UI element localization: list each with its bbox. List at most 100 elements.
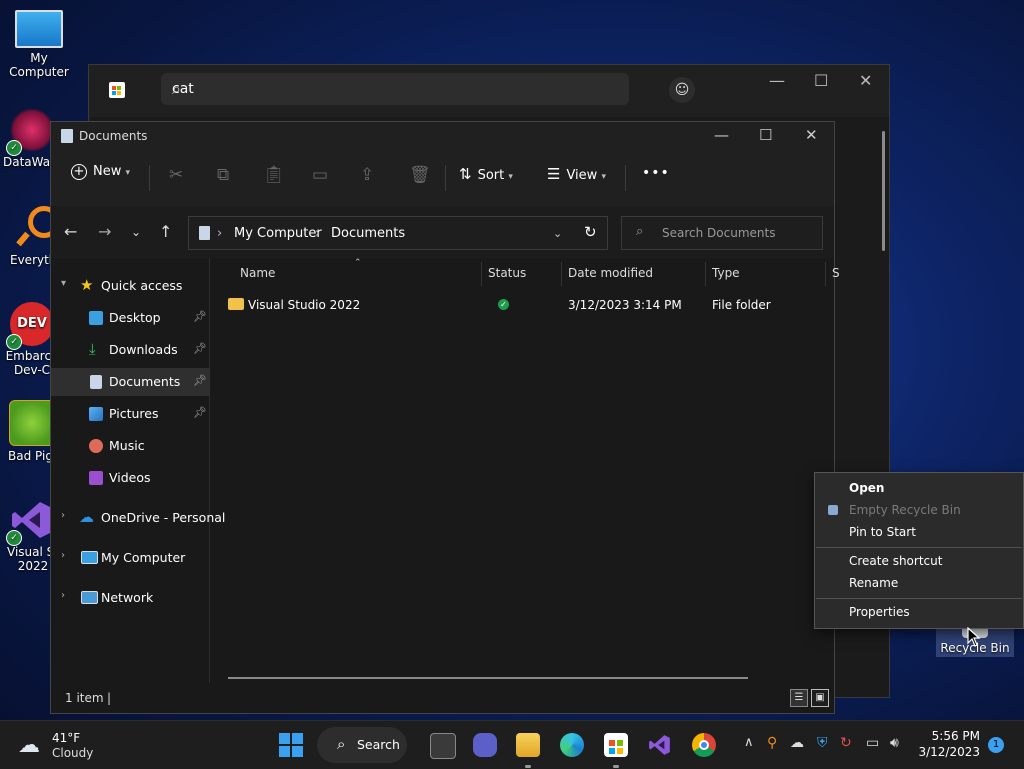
chevron-right-icon[interactable]: ›: [61, 590, 65, 601]
volume-icon[interactable]: 🔊︎: [890, 735, 899, 751]
start-button[interactable]: [279, 733, 303, 757]
breadcrumb-my-computer[interactable]: My Computer: [234, 226, 322, 241]
column-header-date-modified[interactable]: Date modified: [568, 266, 653, 280]
details-view-icon[interactable]: ☰: [790, 689, 808, 707]
pin-icon[interactable]: 📌︎: [193, 406, 207, 419]
column-divider[interactable]: [825, 262, 826, 286]
minimize-icon[interactable]: —: [769, 71, 785, 90]
magnifier-icon: [10, 206, 60, 250]
desktop-icon-my-computer[interactable]: My Computer: [1, 10, 77, 79]
sidebar-item-network[interactable]: › Network: [51, 584, 209, 612]
sync-tray-icon[interactable]: ↻: [840, 735, 852, 751]
cut-icon[interactable]: ✂: [169, 165, 183, 185]
breadcrumb-documents[interactable]: Documents: [331, 226, 405, 241]
cloud-icon: ☁: [79, 508, 94, 526]
column-header-type[interactable]: Type: [712, 266, 740, 280]
sidebar-item-label: OneDrive - Personal: [101, 510, 226, 525]
notification-badge[interactable]: 1: [988, 737, 1004, 753]
sidebar-item-quick-access[interactable]: ▾ ★ Quick access: [51, 272, 209, 300]
visual-studio-icon[interactable]: [648, 733, 672, 757]
context-menu-pin-to-start[interactable]: Pin to Start: [849, 525, 916, 539]
onedrive-tray-icon[interactable]: ☁: [790, 735, 804, 751]
visual-studio-icon: ✓: [6, 498, 54, 546]
sidebar-item-videos[interactable]: Videos: [51, 464, 209, 492]
menu-divider: [816, 547, 1022, 548]
store-scrollbar[interactable]: [882, 131, 885, 251]
everything-tray-icon[interactable]: ⚲: [767, 735, 777, 751]
taskbar-search-button[interactable]: ⌕ Search: [317, 727, 407, 763]
chat-icon[interactable]: [473, 733, 497, 757]
title-bar[interactable]: Documents — ☐ ✕: [51, 122, 834, 150]
task-view-icon[interactable]: [430, 733, 456, 759]
refresh-icon[interactable]: ↻: [584, 223, 597, 241]
recent-chevron-icon[interactable]: ⌄: [131, 225, 141, 239]
sidebar-item-onedrive[interactable]: › ☁ OneDrive - Personal: [51, 504, 225, 532]
share-icon[interactable]: ⇪: [360, 165, 374, 185]
context-menu-rename[interactable]: Rename: [849, 576, 898, 590]
context-menu-open[interactable]: Open: [849, 481, 884, 495]
chevron-right-icon[interactable]: ›: [61, 550, 65, 561]
close-icon[interactable]: ✕: [805, 126, 818, 144]
sidebar-item-downloads[interactable]: ⤓ Downloads 📌︎: [51, 336, 209, 364]
delete-icon[interactable]: 🗑︎: [409, 165, 431, 185]
context-menu-properties[interactable]: Properties: [849, 605, 910, 619]
sidebar-item-pictures[interactable]: Pictures 📌︎: [51, 400, 209, 428]
clock-date: 3/12/2023: [918, 745, 980, 759]
cloud-icon: ☁: [18, 733, 40, 758]
new-button[interactable]: + New ▾: [71, 164, 130, 180]
context-menu-create-shortcut[interactable]: Create shortcut: [849, 554, 942, 568]
more-options-icon[interactable]: •••: [642, 165, 670, 181]
back-arrow-icon[interactable]: ←: [64, 222, 77, 241]
column-header-status[interactable]: Status: [488, 266, 526, 280]
view-button[interactable]: ☰ View ▾: [547, 165, 606, 183]
minimize-icon[interactable]: —: [714, 126, 729, 144]
close-icon[interactable]: ✕: [859, 71, 872, 90]
pictures-icon: [89, 407, 103, 421]
pin-icon[interactable]: 📌︎: [193, 374, 207, 387]
column-divider[interactable]: [705, 262, 706, 286]
account-icon[interactable]: ☺: [669, 77, 695, 103]
column-header-name[interactable]: Name: [240, 266, 275, 280]
sidebar-item-desktop[interactable]: Desktop 📌︎: [51, 304, 209, 332]
network-tray-icon[interactable]: ▭: [866, 735, 879, 751]
sort-button[interactable]: ⇅ Sort ▾: [459, 165, 513, 183]
show-hidden-icons-icon[interactable]: ∧: [744, 735, 754, 750]
rename-icon[interactable]: ▭: [312, 165, 328, 185]
up-arrow-icon[interactable]: ↑: [159, 222, 172, 241]
sidebar-item-documents[interactable]: Documents 📌︎: [51, 368, 209, 396]
address-bar[interactable]: › My Computer › Documents ⌄ ↻: [188, 216, 608, 250]
paste-icon[interactable]: 📋︎: [263, 165, 285, 185]
sidebar-item-my-computer[interactable]: › My Computer: [51, 544, 209, 572]
chevron-right-icon[interactable]: ›: [61, 510, 65, 521]
sidebar-item-music[interactable]: Music: [51, 432, 209, 460]
forward-arrow-icon[interactable]: →: [98, 222, 111, 241]
security-tray-icon[interactable]: ⛨: [817, 735, 828, 751]
maximize-icon[interactable]: ☐: [814, 71, 828, 90]
chevron-down-icon[interactable]: ▾: [61, 278, 66, 289]
store-icon[interactable]: [604, 733, 628, 757]
column-divider[interactable]: [561, 262, 562, 286]
file-explorer-icon[interactable]: [516, 733, 540, 757]
tiles-view-icon[interactable]: ▣: [811, 689, 829, 707]
weather-widget[interactable]: ☁ 41°F Cloudy: [16, 729, 106, 763]
copy-icon[interactable]: ⧉: [217, 165, 229, 185]
menu-divider: [816, 598, 1022, 599]
store-search-input[interactable]: cat ⌕: [161, 73, 629, 105]
horizontal-scrollbar[interactable]: [228, 677, 748, 679]
pig-icon: [9, 400, 55, 446]
search-input[interactable]: ⌕ Search Documents: [621, 216, 823, 250]
column-header-size[interactable]: S: [832, 266, 840, 280]
file-name: Visual Studio 2022: [248, 298, 361, 312]
divider: [149, 165, 150, 191]
maximize-icon[interactable]: ☐: [759, 126, 772, 144]
chevron-down-icon[interactable]: ⌄: [553, 227, 562, 240]
sort-ascending-icon: ⌃: [354, 258, 362, 268]
pin-icon[interactable]: 📌︎: [193, 342, 207, 355]
table-row[interactable]: Visual Studio 2022 ✓ 3/12/2023 3:14 PM F…: [222, 292, 832, 318]
column-divider[interactable]: [481, 262, 482, 286]
search-icon[interactable]: ⌕: [172, 79, 619, 99]
edge-icon[interactable]: [560, 733, 584, 757]
chrome-icon[interactable]: [692, 733, 716, 757]
clock[interactable]: 5:56 PM 3/12/2023: [918, 729, 980, 759]
pin-icon[interactable]: 📌︎: [193, 310, 207, 323]
